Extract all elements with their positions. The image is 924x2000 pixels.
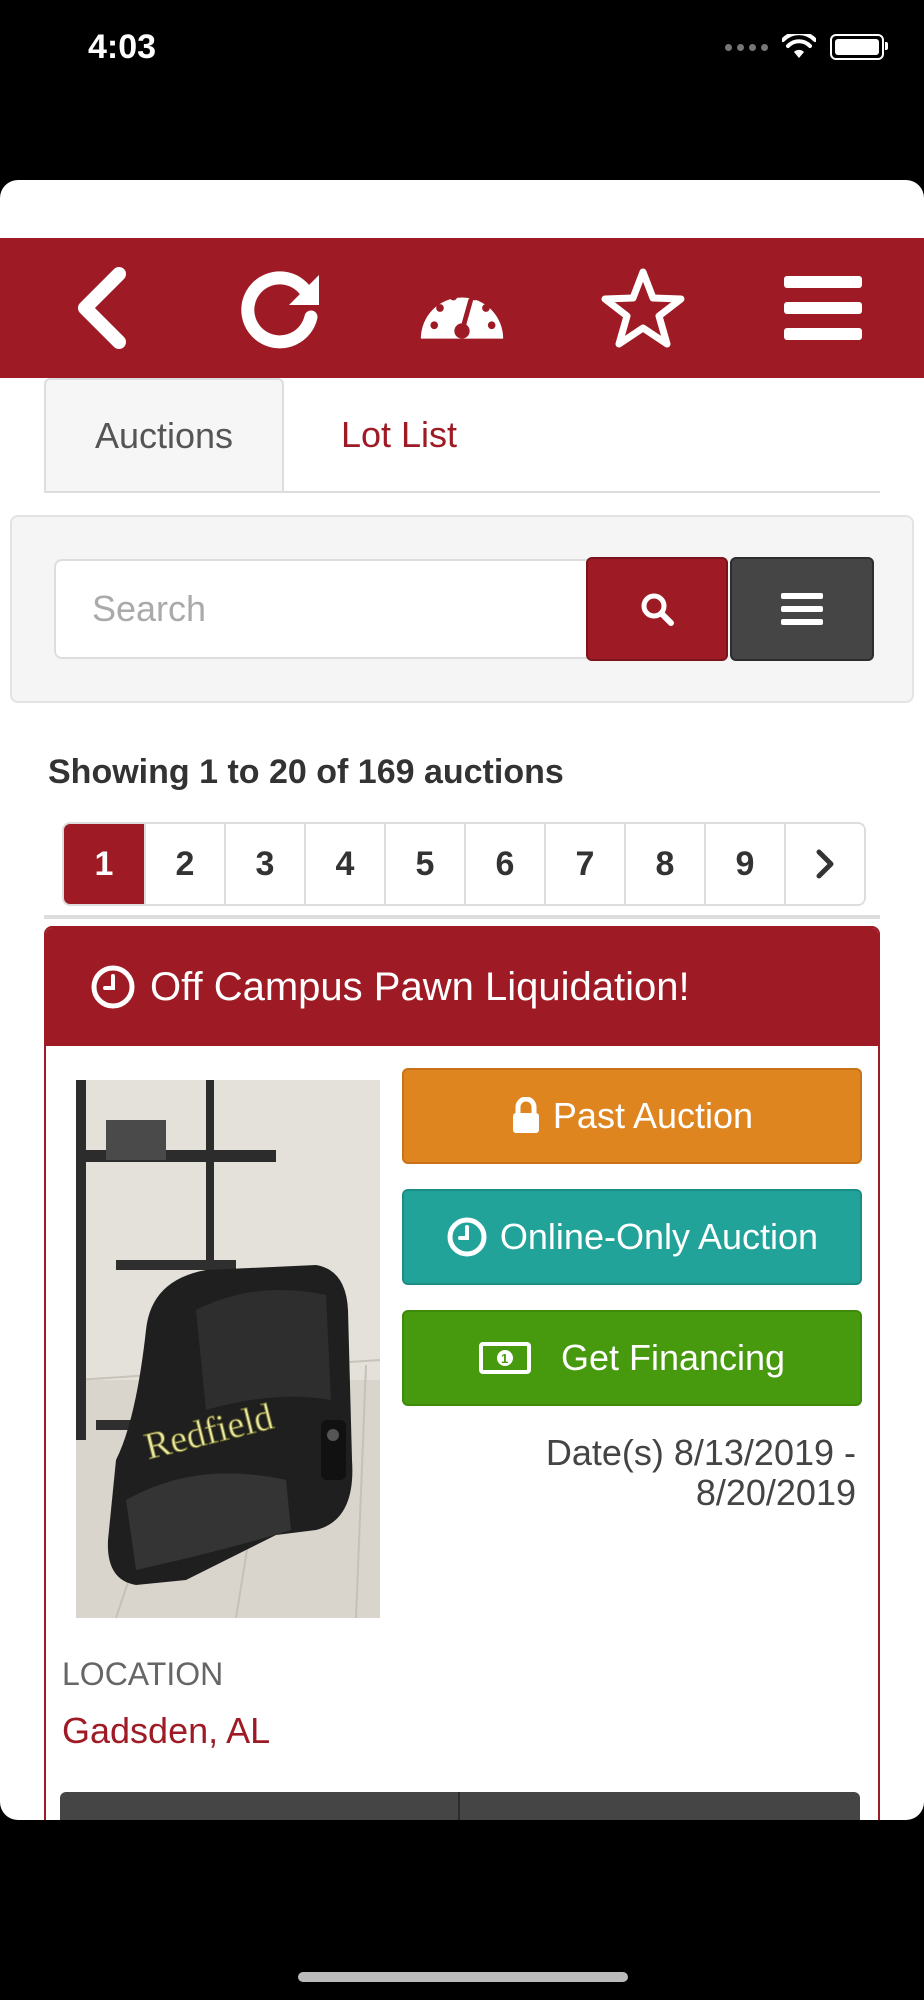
auction-card[interactable]: Off Campus Pawn Liquidation! Redfield Pa… [44, 926, 880, 1820]
star-icon [601, 268, 684, 348]
money-icon: 1 [478, 1342, 531, 1374]
refresh-icon [240, 271, 319, 349]
status-icons [725, 34, 888, 60]
page-9[interactable]: 9 [704, 824, 784, 904]
back-button[interactable] [56, 263, 146, 353]
home-indicator[interactable] [298, 1972, 628, 1982]
web-content: Auctions Lot List Showing 1 to 20 of 169… [0, 180, 924, 1820]
tab-lot-list[interactable]: Lot List [284, 378, 514, 491]
dashboard-button[interactable] [417, 263, 507, 353]
list-menu-icon [781, 593, 823, 625]
past-auction-label: Past Auction [552, 1095, 754, 1136]
action-bar-divider [458, 1792, 460, 1820]
dashboard-gauge-icon [420, 292, 504, 339]
location-value[interactable]: Gadsden, AL [62, 1710, 270, 1752]
svg-text:1: 1 [501, 1351, 508, 1366]
tab-bar: Auctions Lot List [44, 378, 880, 493]
search-panel [10, 515, 914, 703]
auction-title: Off Campus Pawn Liquidation! [150, 964, 690, 1009]
page-1[interactable]: 1 [64, 824, 144, 904]
next-page-button[interactable] [784, 824, 864, 904]
status-time: 4:03 [88, 28, 157, 66]
past-auction-button[interactable]: Past Auction [402, 1068, 862, 1164]
battery-icon [830, 34, 888, 60]
page-3[interactable]: 3 [224, 824, 304, 904]
card-action-bar[interactable] [60, 1792, 860, 1820]
menu-button[interactable] [778, 263, 868, 353]
divider [44, 915, 880, 919]
page-6[interactable]: 6 [464, 824, 544, 904]
tab-auctions[interactable]: Auctions [44, 378, 284, 491]
page-7[interactable]: 7 [544, 824, 624, 904]
search-button[interactable] [586, 557, 728, 661]
online-only-button[interactable]: Online-Only Auction [402, 1189, 862, 1285]
auction-image[interactable]: Redfield [76, 1080, 380, 1618]
location-label: LOCATION [62, 1656, 224, 1692]
get-financing-button[interactable]: 1 Get Financing [402, 1310, 862, 1406]
status-bar: 4:03 [0, 0, 924, 80]
favorites-button[interactable] [598, 263, 688, 353]
chevron-left-icon [78, 267, 126, 349]
auction-header[interactable]: Off Campus Pawn Liquidation! [46, 928, 878, 1046]
clock-icon [446, 1216, 488, 1258]
search-input[interactable] [54, 559, 594, 659]
clock-icon [90, 964, 136, 1010]
get-financing-label: Get Financing [560, 1337, 786, 1378]
page-4[interactable]: 4 [304, 824, 384, 904]
page-2[interactable]: 2 [144, 824, 224, 904]
search-icon [641, 593, 674, 626]
online-only-label: Online-Only Auction [499, 1216, 819, 1257]
auction-dates: Date(s) 8/13/2019 - 8/20/2019 [545, 1432, 856, 1513]
page-8[interactable]: 8 [624, 824, 704, 904]
pagination: 1 2 3 4 5 6 7 8 9 [62, 822, 866, 906]
hamburger-menu-icon [784, 276, 862, 340]
chevron-right-icon [816, 849, 834, 879]
signal-icon [725, 43, 768, 51]
recliner-photo: Redfield [76, 1080, 380, 1618]
wifi-icon [782, 34, 816, 58]
lock-icon [511, 1097, 541, 1135]
results-summary: Showing 1 to 20 of 169 auctions [48, 753, 564, 791]
top-toolbar [0, 238, 924, 378]
filter-menu-button[interactable] [730, 557, 874, 661]
page-5[interactable]: 5 [384, 824, 464, 904]
refresh-button[interactable] [237, 263, 327, 353]
